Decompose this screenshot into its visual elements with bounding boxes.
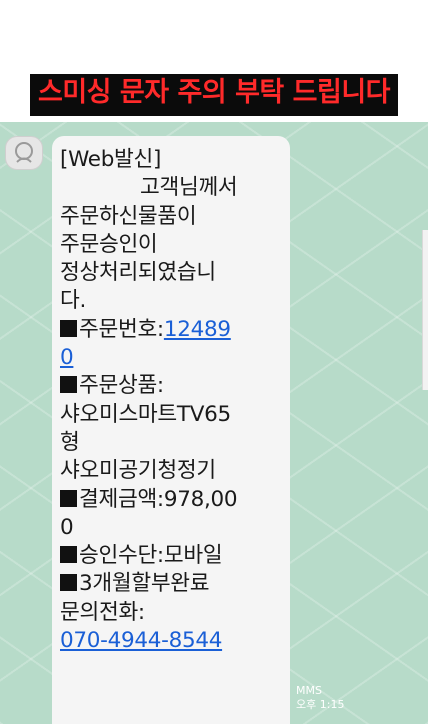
order-number-label: 주문번호: <box>79 316 164 342</box>
order-number-row: 주문번호:12489 <box>60 316 282 344</box>
installment-text: 3개월할부완료 <box>79 571 210 597</box>
sender-avatar[interactable] <box>5 136 43 170</box>
black-square-icon <box>60 574 77 592</box>
amount-text: 결제금액:978,00 <box>79 486 238 512</box>
contact-label: 문의전화: <box>60 599 145 625</box>
message-time: 오후 1:15 <box>296 698 345 711</box>
contact-row: 070-4944-8544 <box>60 627 282 655</box>
amount-row-cont: 0 <box>60 514 74 540</box>
message-meta: MMS 오후 1:15 <box>296 684 344 712</box>
order-number-row-cont: 0 <box>60 344 282 372</box>
warning-banner: 스미싱 문자 주의 부탁 드립니다 <box>29 74 399 116</box>
black-square-icon <box>60 376 77 394</box>
profile-icon <box>15 142 33 163</box>
product-name-1: 샤오미스마트TV65 <box>60 401 231 427</box>
method-row: 승인수단:모바일 <box>60 542 282 570</box>
installment-row: 3개월할부완료 <box>60 570 282 598</box>
processed-line-1: 정상처리되였습니 <box>60 260 216 286</box>
product-name-2: 형 <box>60 429 80 455</box>
greeting-line: 고객님께서 <box>140 175 238 201</box>
contact-phone-link[interactable]: 070-4944-8544 <box>60 628 222 653</box>
amount-row: 결제금액:978,00 <box>60 486 282 514</box>
ordered-line: 주문하신물품이 <box>60 203 197 229</box>
scroll-edge <box>422 230 428 390</box>
warning-banner-wrap: 스미싱 문자 주의 부탁 드립니다 <box>0 74 428 116</box>
order-number-link[interactable]: 12489 <box>164 317 231 342</box>
black-square-icon <box>60 319 77 337</box>
chat-area[interactable]: [Web발신] 고객님께서 주문하신물품이 주문승인이 정상처리되였습니 다. … <box>0 122 428 724</box>
message-bubble[interactable]: [Web발신] 고객님께서 주문하신물품이 주문승인이 정상처리되였습니 다. … <box>52 136 290 724</box>
approved-line: 주문승인이 <box>60 231 158 257</box>
order-number-link-cont[interactable]: 0 <box>60 345 74 370</box>
sender-tag: [Web발신] <box>60 147 162 172</box>
message-type: MMS <box>296 684 322 697</box>
black-square-icon <box>60 489 77 507</box>
product-label: 주문상품: <box>79 373 164 399</box>
product-row: 주문상품: <box>60 372 282 400</box>
processed-line-2: 다. <box>60 288 87 314</box>
black-square-icon <box>60 546 77 564</box>
method-text: 승인수단:모바일 <box>79 543 223 569</box>
product-name-3: 샤오미공기청정기 <box>60 458 216 484</box>
